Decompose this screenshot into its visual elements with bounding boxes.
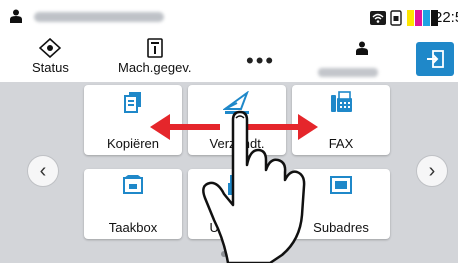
tile-sub-address[interactable]: Subadres	[292, 169, 390, 239]
page-dot-1	[220, 251, 227, 257]
toner-magenta	[415, 10, 422, 26]
machine-info-button[interactable]: Mach.gegev.	[118, 38, 191, 75]
toner-cyan	[423, 10, 430, 26]
phone-icon	[390, 10, 402, 26]
wifi-icon	[370, 11, 386, 25]
logged-user-blurred	[318, 68, 378, 77]
account-name-blurred	[34, 12, 164, 22]
tile-label: Subadres	[313, 220, 369, 235]
chevron-left-icon: ‹	[39, 159, 47, 182]
user-icon	[10, 9, 22, 23]
printer-panel: 22:5 Status Mach.gegev. •••	[0, 0, 458, 263]
previous-page-button[interactable]: ‹	[27, 155, 59, 187]
page-dot-2	[231, 251, 238, 257]
status-icon	[39, 38, 62, 58]
tile-job-box[interactable]: Taakbox	[84, 169, 182, 239]
machine-info-icon	[146, 38, 163, 58]
usb-icon	[188, 175, 286, 199]
chevron-right-icon: ›	[428, 159, 436, 182]
fax-icon	[292, 91, 390, 115]
tile-copy[interactable]: Kopiëren	[84, 85, 182, 155]
tile-send[interactable]: Verzendt.	[188, 85, 286, 155]
clock: 22:5	[434, 9, 458, 26]
status-button[interactable]: Status	[32, 38, 69, 75]
send-icon	[188, 91, 286, 115]
sub-address-icon	[292, 175, 390, 199]
tile-label: USB-stati	[209, 220, 265, 235]
copy-icon	[84, 91, 182, 115]
tile-label: Kopiëren	[106, 136, 160, 151]
page-indicator	[0, 251, 458, 257]
tile-label: FAX	[328, 136, 354, 151]
status-bar: 22:5	[0, 0, 458, 38]
tile-label: Verzendt.	[209, 136, 265, 151]
logout-icon	[427, 50, 444, 68]
logout-button[interactable]	[416, 42, 454, 76]
status-label: Status	[32, 60, 69, 75]
job-box-icon	[84, 175, 182, 199]
machine-info-label: Mach.gegev.	[118, 60, 192, 75]
toolbar: Status Mach.gegev. •••	[0, 38, 458, 82]
next-page-button[interactable]: ›	[416, 155, 448, 187]
user-account-icon[interactable]	[356, 41, 368, 55]
tile-usb[interactable]: USB-stati	[188, 169, 286, 239]
more-button[interactable]: •••	[246, 48, 275, 74]
toner-yellow	[407, 10, 414, 26]
tile-fax[interactable]: FAX	[292, 85, 390, 155]
tile-label: Taakbox	[108, 220, 158, 235]
